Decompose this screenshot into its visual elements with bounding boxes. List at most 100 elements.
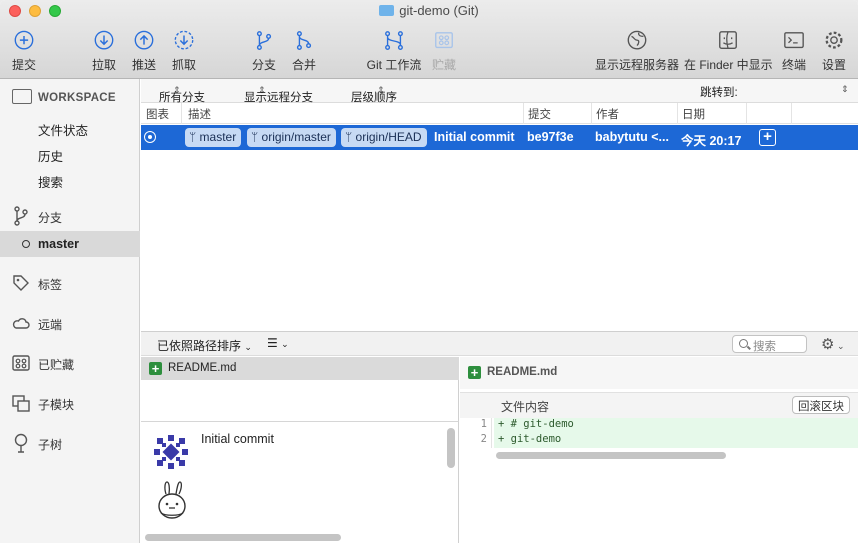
horizontal-scrollbar[interactable]	[145, 534, 341, 541]
list-view-select[interactable]: ☰ ⌄	[267, 336, 289, 350]
show-remote-label: 显示远程服务器	[594, 58, 679, 72]
stash-icon	[12, 355, 30, 371]
merge-button[interactable]: 合并	[288, 30, 320, 73]
commit-date: 今天 20:17	[681, 134, 742, 148]
commit-button[interactable]: 提交	[8, 30, 40, 73]
sidebar-item-search[interactable]: 搜索	[38, 172, 63, 191]
stash-label: 贮藏	[431, 58, 456, 72]
diff-line: 1 + # git-demo	[460, 418, 858, 433]
sidebar-remotes-header[interactable]: 远端	[12, 313, 62, 333]
push-button[interactable]: 推送	[128, 30, 160, 73]
commit-label: 提交	[11, 58, 36, 72]
column-description[interactable]: 描述	[188, 106, 211, 122]
arrow-down-circle-icon	[94, 30, 114, 50]
ref-tag-origin-head: ᛘ origin/HEAD	[341, 128, 427, 147]
subtree-icon	[14, 433, 28, 453]
file-toolbar: 已依照路径排序 ⌄ ☰ ⌄ 搜索 ⚙ ⌄	[141, 331, 858, 356]
diff-line: 2 + git-demo	[460, 433, 858, 448]
column-graph[interactable]: 图表	[146, 106, 169, 122]
show-remote-button[interactable]: 显示远程服务器	[594, 30, 680, 73]
plus-circle-icon	[14, 30, 34, 50]
arrow-up-circle-icon	[134, 30, 154, 50]
file-name: README.md	[168, 362, 237, 374]
sidebar-tags-header[interactable]: 标签	[12, 273, 62, 293]
add-button[interactable]: +	[759, 129, 776, 146]
app-window: git-demo (Git) 提交 拉取 推送 抓取 分支 合并 Git 工作流…	[0, 0, 858, 543]
commit-author: babytutu <...	[595, 130, 669, 144]
sidebar-branches-header[interactable]: 分支	[12, 206, 62, 226]
gear-icon	[825, 31, 843, 49]
commit-hash: be97f3e	[527, 130, 574, 144]
diff-horizontal-scrollbar[interactable]	[496, 452, 726, 459]
column-date[interactable]: 日期	[682, 106, 705, 122]
merge-icon	[296, 31, 312, 50]
settings-button[interactable]: 设置	[818, 30, 850, 73]
tag-icon	[13, 275, 29, 291]
show-remote-branches-select[interactable]: 显示远程分支 ⇕	[244, 84, 313, 104]
sidebar-item-file-status[interactable]: 文件状态	[38, 120, 88, 139]
sort-by-path-select[interactable]: 已依照路径排序 ⌄	[157, 337, 252, 354]
column-commit[interactable]: 提交	[528, 106, 551, 122]
hunk-header: 文件内容 回滚区块	[460, 392, 858, 418]
cloud-icon	[12, 318, 30, 329]
history-column-headers: 图表 描述 提交 作者 日期	[141, 103, 858, 124]
commit-message: Initial commit	[434, 130, 515, 144]
branch-button[interactable]: 分支	[248, 30, 280, 73]
window-title: git-demo (Git)	[0, 3, 858, 18]
gear-menu-button[interactable]: ⚙ ⌄	[821, 335, 845, 353]
show-in-finder-label: 在 Finder 中显示	[684, 58, 773, 72]
sidebar-subtrees-header[interactable]: 子树	[12, 433, 62, 453]
search-icon	[739, 339, 748, 348]
ref-tag-origin-master: ᛘ origin/master	[247, 128, 336, 147]
order-select[interactable]: 层级顺序 ⇕	[351, 84, 397, 104]
sidebar-submodules-header[interactable]: 子模块	[12, 393, 74, 413]
jump-to-label: 跳转到:	[700, 87, 738, 99]
sidebar-item-master[interactable]: master	[0, 231, 140, 257]
show-in-finder-button[interactable]: 在 Finder 中显示	[684, 30, 773, 73]
workspace-header[interactable]: WORKSPACE	[12, 89, 116, 104]
sidebar: WORKSPACE 文件状态 历史 搜索 分支 master 标签 远端 已贮藏…	[0, 79, 140, 543]
stash-button[interactable]: 贮藏	[428, 30, 460, 73]
merge-label: 合并	[291, 58, 316, 72]
gitflow-button[interactable]: Git 工作流	[366, 30, 422, 73]
history-filter-bar: 所有分支 ⇕ 显示远程分支 ⇕ 层级顺序 ⇕ 跳转到: ⇕	[141, 79, 858, 104]
column-author[interactable]: 作者	[596, 106, 619, 122]
monitor-icon	[12, 89, 32, 104]
revert-hunk-button[interactable]: 回滚区块	[792, 396, 850, 414]
globe-icon	[627, 30, 647, 50]
branch-label: 分支	[251, 58, 276, 72]
terminal-icon	[784, 32, 804, 49]
push-label: 推送	[131, 58, 156, 72]
gitflow-icon	[385, 31, 403, 50]
vertical-scrollbar[interactable]	[447, 428, 455, 468]
terminal-label: 终端	[781, 58, 806, 72]
jump-to-select[interactable]: ⇕	[841, 84, 849, 95]
sidebar-item-history[interactable]: 历史	[38, 146, 63, 165]
added-file-icon: +	[468, 366, 481, 379]
fetch-button[interactable]: 抓取	[168, 30, 200, 73]
file-row[interactable]: + README.md	[141, 357, 459, 380]
line-code: + # git-demo	[494, 418, 858, 433]
sidebar-stashes-header[interactable]: 已贮藏	[12, 353, 74, 373]
branch-name: master	[38, 237, 79, 251]
added-file-icon: +	[149, 362, 162, 375]
avatar	[151, 432, 191, 472]
diff-file-name: README.md	[487, 366, 558, 378]
submodule-icon	[12, 395, 30, 412]
pull-button[interactable]: 拉取	[88, 30, 120, 73]
settings-label: 设置	[821, 58, 846, 72]
line-number: 1	[460, 418, 492, 433]
search-input[interactable]: 搜索	[732, 335, 807, 353]
diff-pane: + README.md 文件内容 回滚区块 1 + # git-demo 2 +…	[460, 357, 858, 543]
terminal-button[interactable]: 终端	[778, 30, 810, 73]
folder-icon	[379, 5, 395, 16]
fetch-icon	[174, 30, 194, 50]
all-branches-select[interactable]: 所有分支 ⇕	[159, 84, 205, 104]
branch-icon	[256, 31, 272, 50]
pull-label: 拉取	[91, 58, 116, 72]
commit-detail-message: Initial commit	[201, 432, 274, 446]
branch-icon	[14, 206, 28, 226]
current-branch-dot-icon	[22, 240, 30, 248]
commit-row[interactable]: ᛘ master ᛘ origin/master ᛘ origin/HEAD I…	[141, 125, 858, 150]
commit-details: Initial commit	[141, 421, 459, 543]
